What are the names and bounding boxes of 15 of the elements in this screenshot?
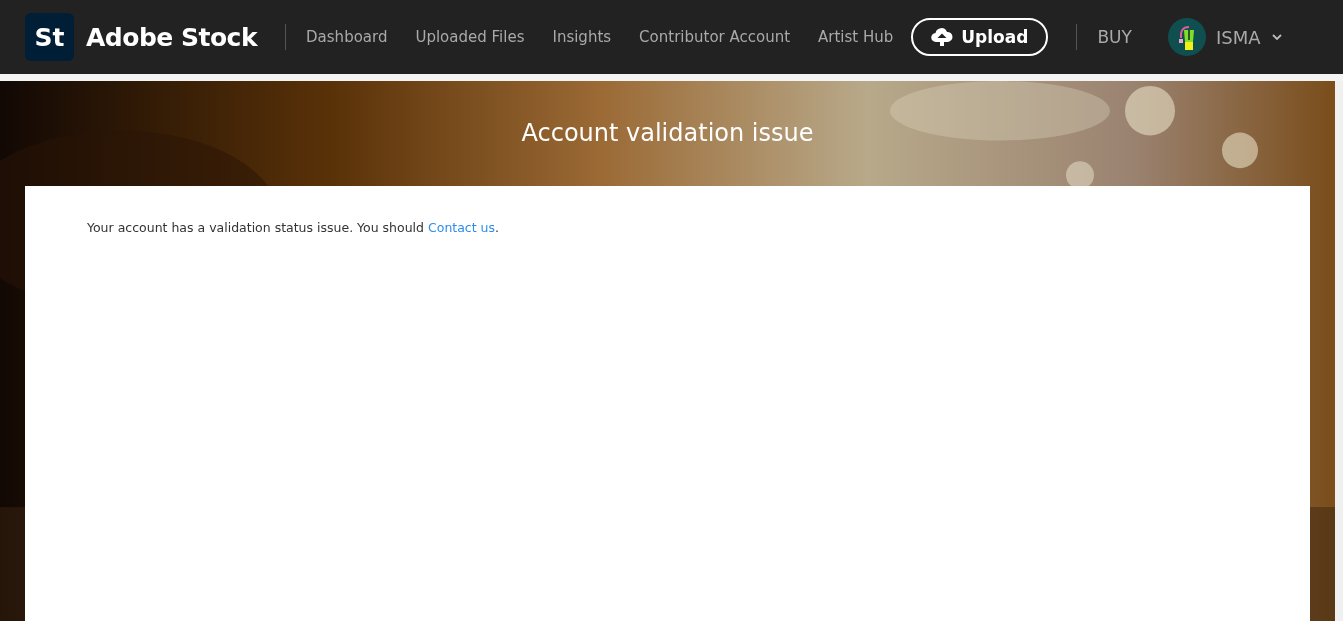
user-menu[interactable]: ISMA — [1215, 26, 1261, 48]
nav-link[interactable]: Insights — [552, 28, 612, 46]
nav-link[interactable]: Artist Hub — [818, 28, 894, 46]
brand-name[interactable]: Adobe Stock — [86, 22, 258, 52]
upload-button[interactable]: Upload — [911, 18, 1049, 56]
avatar-icon[interactable] — [1167, 18, 1206, 56]
page-title: Account validation issue — [521, 119, 814, 149]
nav-link[interactable]: Uploaded Files — [415, 28, 525, 46]
logo-mark[interactable]: St — [25, 13, 74, 61]
cloud-upload-icon — [931, 28, 954, 46]
buy-link[interactable]: BUY — [1097, 27, 1132, 47]
chevron-down-icon[interactable] — [1270, 33, 1283, 41]
validation-message: Your account has a validation status issue. You should Contact us. — [87, 220, 501, 235]
nav-link[interactable]: Contributor Account — [639, 28, 791, 46]
nav-link[interactable]: Dashboard — [306, 28, 388, 46]
